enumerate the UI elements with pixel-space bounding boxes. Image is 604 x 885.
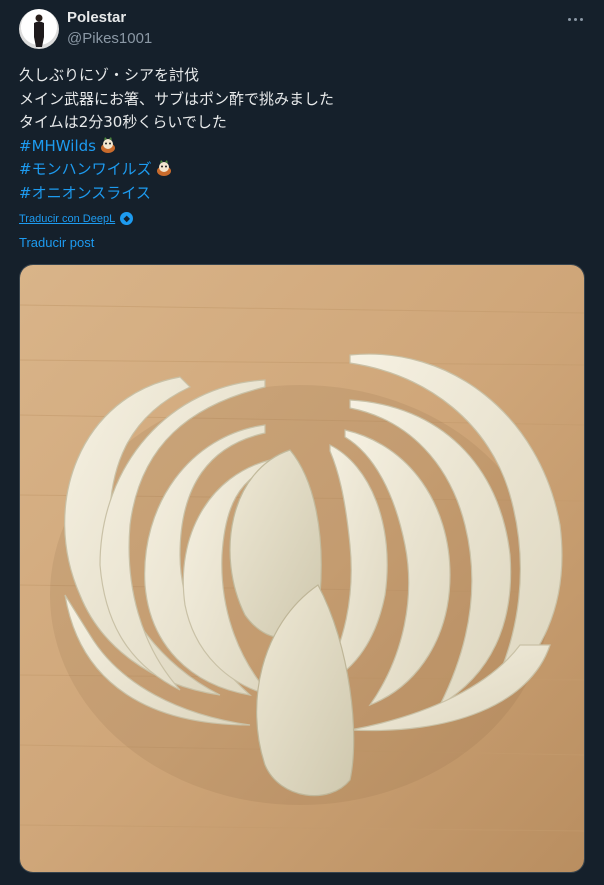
more-dot [579, 17, 583, 21]
tweet-text: 久しぶりにゾ・シアを討伐 メイン武器にお箸、サブはポン酢で挑みました タイムは2… [19, 64, 589, 205]
more-dot [573, 17, 577, 21]
mascot-emoji-icon [156, 160, 171, 176]
tweet-card: Polestar @Pikes1001 久しぶりにゾ・シアを討伐 メイン武器にお… [0, 0, 604, 885]
hashtag-link[interactable]: #MHWilds [19, 137, 96, 155]
hashtag-line: #MHWilds [19, 135, 589, 159]
deepl-translate-link[interactable]: Traducir con DeepL ◆ [19, 212, 134, 225]
tweet-line: タイムは2分30秒くらいでした [19, 113, 227, 131]
author-handle[interactable]: @Pikes1001 [67, 30, 152, 47]
translate-post-link[interactable]: Traducir post [19, 235, 94, 250]
hashtag-line: #オニオンスライス [19, 182, 589, 206]
more-options-icon [567, 17, 571, 21]
hashtag-line: #モンハンワイルズ [19, 158, 589, 182]
hashtag-link[interactable]: #オニオンスライス [19, 184, 151, 202]
avatar-figure-icon [34, 14, 44, 47]
deepl-label: Traducir con DeepL [19, 212, 116, 225]
post-photo[interactable] [19, 264, 585, 873]
avatar[interactable] [19, 9, 59, 49]
hashtag-link[interactable]: #モンハンワイルズ [19, 160, 152, 178]
tweet-line: 久しぶりにゾ・シアを討伐 [19, 66, 200, 84]
tweet-line: メイン武器にお箸、サブはポン酢で挑みました [19, 89, 335, 108]
onion-photo-image [20, 265, 584, 872]
more-options-button[interactable] [564, 10, 586, 28]
deepl-icon: ◆ [120, 212, 134, 225]
mascot-emoji-icon [100, 136, 115, 153]
author-name[interactable]: Polestar [67, 9, 126, 26]
